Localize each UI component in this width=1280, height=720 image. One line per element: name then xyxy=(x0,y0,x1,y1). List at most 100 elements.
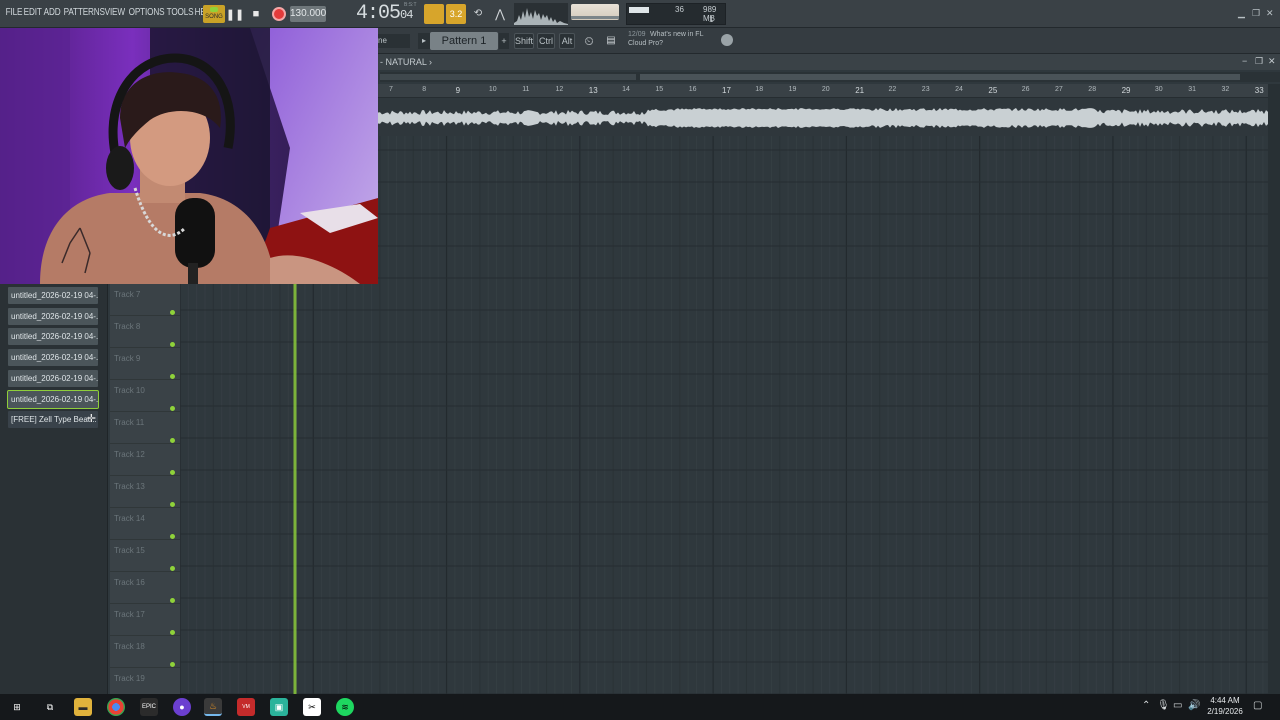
loop-record-icon[interactable]: ⟲ xyxy=(468,4,488,24)
move-icon[interactable]: ✛ xyxy=(87,411,96,428)
news-link[interactable]: What's new in FL xyxy=(650,31,703,38)
bar-number: 24 xyxy=(955,86,963,93)
alt-key-button[interactable]: Alt xyxy=(559,33,575,49)
track-mute-led[interactable] xyxy=(170,662,175,667)
epic-games-icon[interactable]: EPIC xyxy=(140,698,158,716)
track-header[interactable]: Track 8 xyxy=(110,316,180,348)
horizontal-scrollbar[interactable] xyxy=(380,72,1280,82)
countdown-icon[interactable]: 3.2 xyxy=(446,4,466,24)
sample-item[interactable]: untitled_2026-02-19 04-... xyxy=(8,369,98,387)
pattern-prev-button[interactable]: ▸ xyxy=(418,33,430,49)
voicemeeter-icon[interactable]: VM xyxy=(237,698,255,716)
step-edit-icon[interactable]: ⋀ xyxy=(490,4,510,24)
bar-number: 31 xyxy=(1188,86,1196,93)
restore-icon[interactable]: ❐ xyxy=(1252,8,1260,19)
track-mute-led[interactable] xyxy=(170,630,175,635)
cart-icon[interactable]: ▤ xyxy=(602,32,620,50)
track-header[interactable]: Track 15 xyxy=(110,540,180,572)
track-header[interactable]: Track 10 xyxy=(110,380,180,412)
track-mute-led[interactable] xyxy=(170,406,175,411)
track-header[interactable]: Track 14 xyxy=(110,508,180,540)
menu-edit[interactable]: EDIT xyxy=(22,7,42,18)
tray-expand-icon[interactable]: ⌃ xyxy=(1142,700,1150,711)
sample-item[interactable]: untitled_2026-02-19 04-... xyxy=(8,349,98,367)
volume-icon[interactable]: 🔊 xyxy=(1188,700,1200,711)
capcut-icon[interactable]: ✂ xyxy=(303,698,321,716)
snap-select[interactable]: ne xyxy=(376,34,410,48)
menu-patterns[interactable]: PATTERNS xyxy=(62,7,105,18)
metronome-icon[interactable] xyxy=(424,4,444,24)
file-explorer-icon[interactable]: ▬ xyxy=(74,698,92,716)
network-icon[interactable]: ▭ xyxy=(1173,700,1182,711)
taskbar-clock-time[interactable]: 4:44 AM xyxy=(1205,696,1245,705)
menu-options[interactable]: OPTIONS xyxy=(127,7,165,18)
track-mute-led[interactable] xyxy=(170,502,175,507)
track-header[interactable]: Track 16 xyxy=(110,572,180,604)
pattern-selector[interactable]: Pattern 1 xyxy=(430,32,498,50)
windows-start-icon[interactable]: ⊞ xyxy=(8,698,26,716)
track-name: Track 14 xyxy=(114,514,145,523)
track-header[interactable]: Track 12 xyxy=(110,444,180,476)
track-mute-led[interactable] xyxy=(170,566,175,571)
app-teal-icon[interactable]: ▣ xyxy=(270,698,288,716)
track-header[interactable]: Track 13 xyxy=(110,476,180,508)
track-mute-led[interactable] xyxy=(170,374,175,379)
track-mute-led[interactable] xyxy=(170,598,175,603)
scroll-thumb[interactable] xyxy=(640,74,1240,80)
track-header[interactable]: Track 9 xyxy=(110,348,180,380)
sample-item[interactable]: untitled_2026-02-19 04-... xyxy=(8,328,98,346)
fl-studio-icon[interactable]: ♨ xyxy=(204,698,222,716)
webcam-overlay xyxy=(0,28,378,284)
track-header[interactable]: Track 11 xyxy=(110,412,180,444)
microphone-icon[interactable]: 🎙 xyxy=(1157,700,1170,711)
sample-item[interactable]: untitled_2026-02-19 04-... xyxy=(8,307,98,325)
track-mute-led[interactable] xyxy=(170,342,175,347)
taskbar-clock-date[interactable]: 2/19/2026 xyxy=(1200,707,1250,716)
master-pitch-slider[interactable] xyxy=(571,16,619,19)
track-mute-led[interactable] xyxy=(170,438,175,443)
sample-label: untitled_2026-02-19 04-... xyxy=(11,394,98,404)
track-header[interactable]: Track 7 xyxy=(110,284,180,316)
spotify-icon[interactable]: ≋ xyxy=(336,698,354,716)
news-link-line2[interactable]: Cloud Pro? xyxy=(628,40,663,47)
track-header[interactable]: Track 18 xyxy=(110,636,180,668)
ctrl-key-button[interactable]: Ctrl xyxy=(537,33,555,49)
pattern-add-button[interactable]: + xyxy=(499,33,509,49)
tempo-display[interactable]: 130.000 xyxy=(290,6,326,22)
sample-item[interactable]: untitled_2026-02-19 04-... xyxy=(8,287,98,304)
track-mute-led[interactable] xyxy=(170,310,175,315)
play-pause-button[interactable]: ❚❚ xyxy=(226,5,244,23)
app-purple-icon[interactable]: ● xyxy=(173,698,191,716)
globe-icon[interactable] xyxy=(721,34,733,46)
shift-key-button[interactable]: Shift xyxy=(514,33,534,49)
bar-number: 11 xyxy=(522,86,530,93)
stop-button[interactable]: ■ xyxy=(247,5,265,23)
playlist-restore-icon[interactable]: ❐ xyxy=(1255,56,1263,67)
menu-view[interactable]: VIEW xyxy=(103,7,125,18)
chrome-icon[interactable] xyxy=(107,698,125,716)
notifications-icon[interactable]: ▢ xyxy=(1253,700,1262,711)
task-view-icon[interactable]: ⧉ xyxy=(41,698,59,716)
record-button[interactable] xyxy=(270,5,288,23)
vertical-scrollbar[interactable] xyxy=(1268,84,1280,694)
menu-tools[interactable]: TOOLS xyxy=(165,7,194,18)
clock-icon[interactable]: ⏲ xyxy=(580,32,598,50)
bar-number: 29 xyxy=(1121,86,1131,95)
sample-item[interactable]: [FREE] Zell Type Beat... ✛ xyxy=(8,411,98,429)
track-mute-led[interactable] xyxy=(170,534,175,539)
audio-clip-waveform[interactable] xyxy=(378,100,1268,136)
minimize-icon[interactable]: ▁ xyxy=(1238,8,1245,19)
playlist-minimize-icon[interactable]: − xyxy=(1242,56,1247,66)
menu-file[interactable]: FILE xyxy=(4,7,23,18)
playlist-close-icon[interactable]: ✕ xyxy=(1268,56,1276,67)
bar-number: 14 xyxy=(622,86,630,93)
bar-number: 18 xyxy=(755,86,764,93)
playhead[interactable] xyxy=(293,284,297,694)
close-icon[interactable]: ✕ xyxy=(1266,8,1274,19)
track-header[interactable]: Track 17 xyxy=(110,604,180,636)
song-mode-button[interactable]: SONG xyxy=(203,5,225,23)
menu-add[interactable]: ADD xyxy=(42,7,61,18)
sample-item[interactable]: untitled_2026-02-19 04-... xyxy=(7,389,99,409)
timeline-ruler[interactable]: 7 8 9 10 11 12 13 14 15 16 17 18 19 20 21 22 23 24 25 26 27 2… xyxy=(378,84,1268,98)
track-mute-led[interactable] xyxy=(170,470,175,475)
